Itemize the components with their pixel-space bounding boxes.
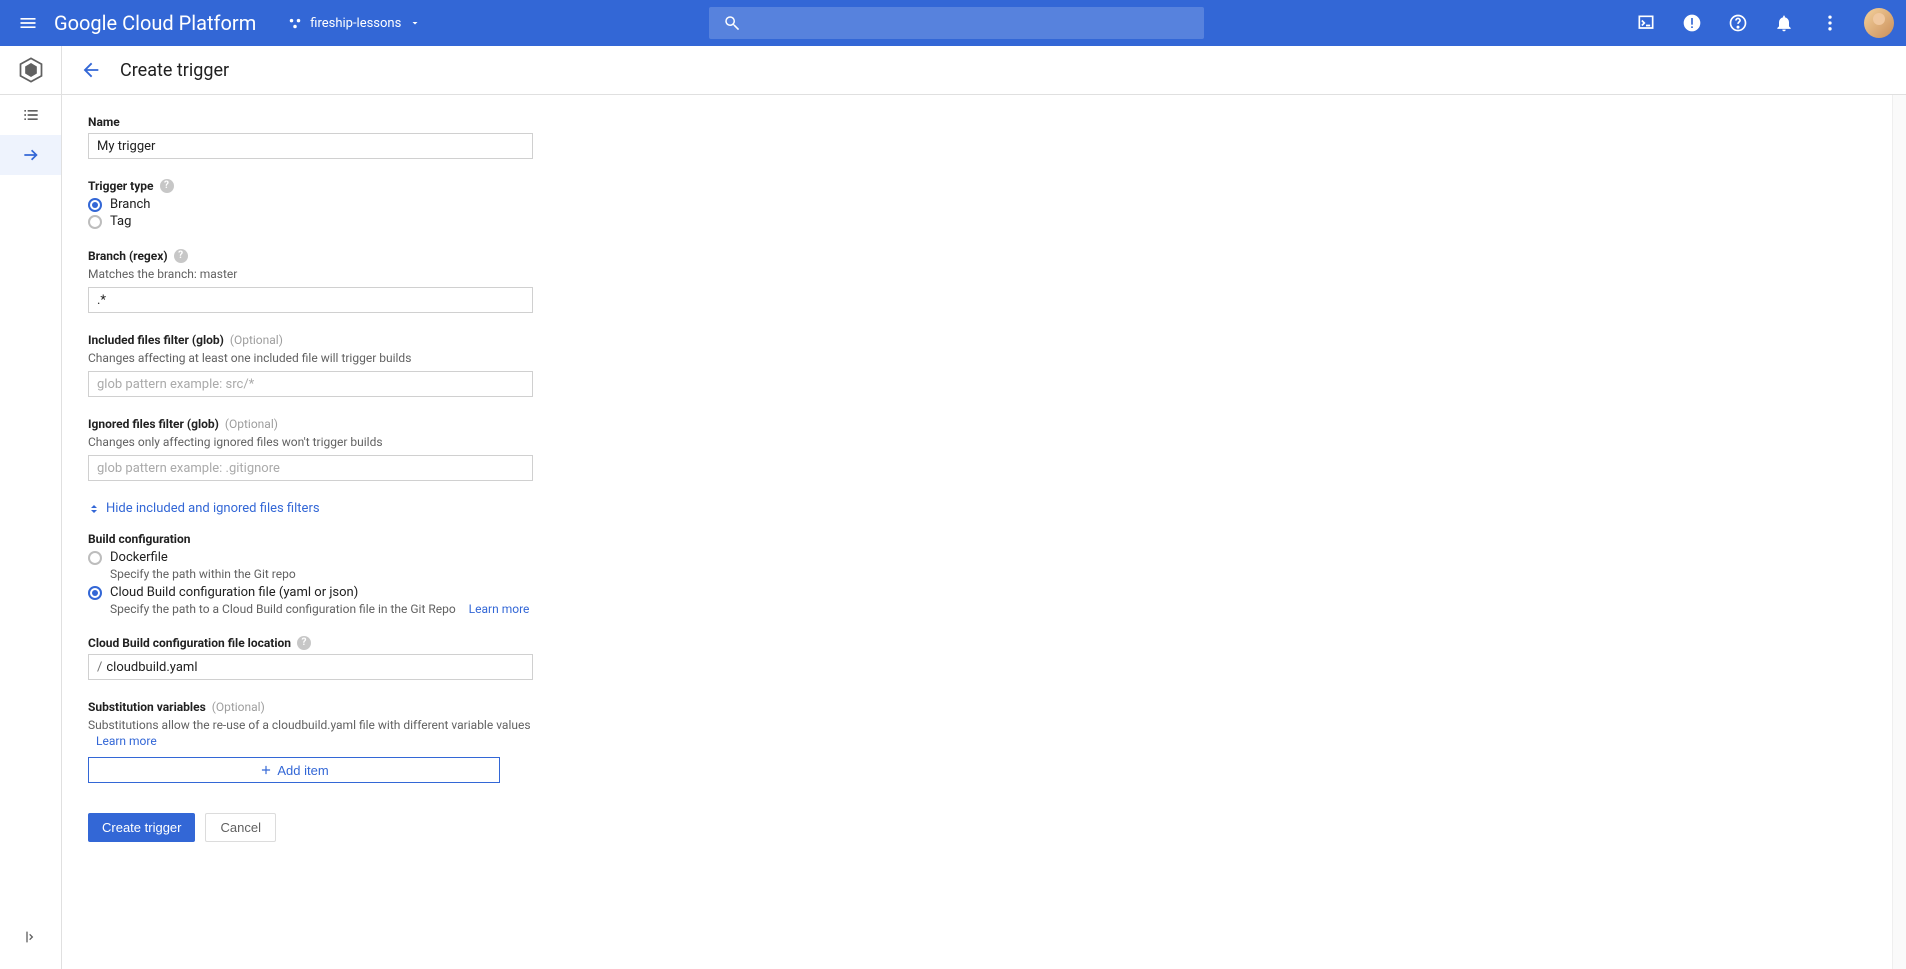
avatar[interactable] [1864,8,1894,38]
arrow-back-icon [80,59,102,81]
scrollbar[interactable] [1892,95,1906,969]
ignored-input[interactable] [88,455,533,481]
sub-vars-helper: Substitutions allow the re-use of a clou… [88,718,533,732]
project-icon [288,16,302,30]
help-icon[interactable]: ? [160,179,174,193]
logo-text: Google Cloud Platform [54,11,256,35]
dockerfile-sub: Specify the path within the Git repo [110,567,533,581]
collapse-icon [88,503,100,515]
back-button[interactable] [80,59,102,81]
project-name: fireship-lessons [310,16,401,31]
sub-vars-label: Substitution variables [88,700,206,714]
create-trigger-button[interactable]: Create trigger [88,813,195,842]
ignored-label: Ignored files filter (glob) [88,417,219,431]
branch-regex-input[interactable] [88,287,533,313]
cloudbuild-location-label: Cloud Build configuration file location [88,636,291,650]
more-vert-icon [1820,13,1840,33]
build-config-label: Build configuration [88,532,533,546]
page-title: Create trigger [120,60,229,81]
sidebar-triggers[interactable] [0,135,61,175]
hamburger-icon [18,13,38,33]
cloud-shell-icon [1636,13,1656,33]
help-icon[interactable]: ? [174,249,188,263]
cloud-shell-button[interactable] [1634,11,1658,35]
branch-regex-label: Branch (regex) [88,249,168,263]
search-icon [723,14,741,32]
radio-label: Tag [110,214,131,229]
sidebar-history[interactable] [0,95,61,135]
hide-filters-text: Hide included and ignored files filters [106,501,320,516]
location-value: cloudbuild.yaml [106,660,197,675]
radio-label: Dockerfile [110,550,168,565]
included-helper: Changes affecting at least one included … [88,351,533,365]
more-button[interactable] [1818,11,1842,35]
learn-more-link[interactable]: Learn more [469,602,530,616]
trigger-icon [21,145,41,165]
help-button[interactable] [1726,11,1750,35]
optional-text: (Optional) [225,417,278,431]
help-icon [1728,13,1748,33]
menu-button[interactable] [12,7,44,39]
feedback-button[interactable] [1680,11,1704,35]
location-prefix: / [97,660,102,675]
sidebar-expand[interactable] [0,917,61,957]
chevron-right-icon [23,929,39,945]
cancel-button[interactable]: Cancel [205,813,275,842]
logo: Google Cloud Platform [54,11,256,35]
radio-label: Branch [110,197,150,212]
dropdown-icon [409,17,421,29]
optional-text: (Optional) [212,700,265,714]
list-icon [21,105,41,125]
learn-more-link[interactable]: Learn more [96,734,157,748]
ignored-helper: Changes only affecting ignored files won… [88,435,533,449]
name-label: Name [88,115,533,129]
project-selector[interactable]: fireship-lessons [280,12,429,35]
branch-regex-helper: Matches the branch: master [88,267,533,281]
radio-checked-icon [88,586,102,600]
add-item-text: Add item [277,763,328,778]
bell-icon [1774,13,1794,33]
alert-icon [1682,13,1702,33]
build-config-cloudbuild[interactable]: Cloud Build configuration file (yaml or … [88,585,533,600]
trigger-type-tag[interactable]: Tag [88,214,533,229]
cloudbuild-location-input[interactable]: / cloudbuild.yaml [88,654,533,680]
radio-unchecked-icon [88,551,102,565]
help-icon[interactable]: ? [297,636,311,650]
plus-icon [259,763,273,777]
included-label: Included files filter (glob) [88,333,224,347]
radio-unchecked-icon [88,215,102,229]
build-config-dockerfile[interactable]: Dockerfile [88,550,533,565]
add-item-button[interactable]: Add item [88,757,500,783]
cloud-build-service-icon [17,56,45,84]
trigger-type-branch[interactable]: Branch [88,197,533,212]
radio-label: Cloud Build configuration file (yaml or … [110,585,358,600]
radio-checked-icon [88,198,102,212]
hide-filters-link[interactable]: Hide included and ignored files filters [88,501,533,516]
optional-text: (Optional) [230,333,283,347]
name-input[interactable] [88,133,533,159]
search-input[interactable] [709,7,1204,39]
notifications-button[interactable] [1772,11,1796,35]
trigger-type-label: Trigger type [88,179,154,193]
included-input[interactable] [88,371,533,397]
cloudbuild-sub: Specify the path to a Cloud Build config… [110,602,456,616]
